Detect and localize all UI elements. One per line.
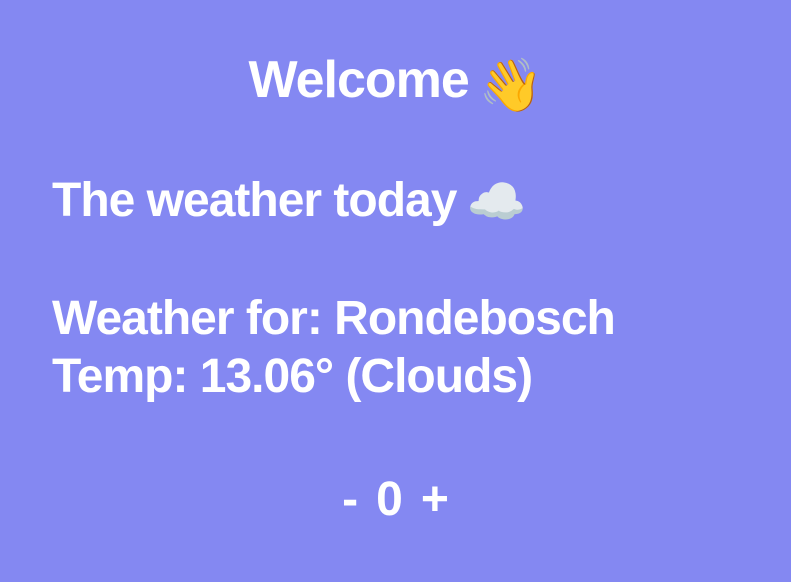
weather-condition: (Clouds): [345, 350, 533, 403]
temp-label: Temp:: [52, 350, 188, 403]
counter-value: 0: [376, 473, 403, 526]
location-label: Weather for:: [52, 292, 323, 345]
decrement-button[interactable]: -: [334, 468, 366, 532]
welcome-text: Welcome: [248, 51, 469, 109]
temp-value: 13.06°: [199, 350, 334, 403]
increment-button[interactable]: +: [413, 468, 457, 532]
cloud-icon: ☁️: [466, 176, 526, 229]
location-value: Rondebosch: [334, 292, 616, 345]
weather-today-text: The weather today: [52, 174, 457, 227]
temperature-line: Temp: 13.06° (Clouds): [52, 348, 533, 406]
location-line: Weather for: Rondebosch: [52, 290, 616, 348]
waving-hand-icon: 👋: [478, 57, 544, 115]
weather-today-heading: The weather today ☁️: [52, 170, 526, 234]
welcome-heading: Welcome 👋: [0, 48, 791, 118]
counter: -0 +: [0, 468, 791, 532]
